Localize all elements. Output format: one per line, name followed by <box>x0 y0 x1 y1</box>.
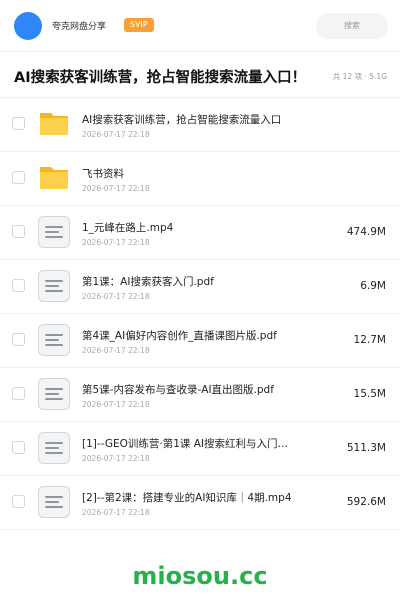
document-icon <box>37 323 71 357</box>
row-checkbox[interactable] <box>12 441 25 454</box>
file-size: 6.9M <box>360 280 386 292</box>
file-name[interactable]: 第1课：AI搜索获客入门.pdf <box>82 274 214 289</box>
file-name[interactable]: 飞书资料 <box>82 166 124 181</box>
folder-icon <box>37 161 71 195</box>
file-date: 2026-07-17 22:18 <box>82 346 150 355</box>
file-row[interactable]: 第5课-内容发布与查收录-AI直出图版.pdf 2026-07-17 22:18 1… <box>0 368 400 422</box>
file-date: 2026-07-17 22:18 <box>82 508 150 517</box>
user-name[interactable]: 夸克网盘分享 <box>52 19 106 32</box>
row-checkbox[interactable] <box>12 117 25 130</box>
svip-badge: SVIP <box>124 18 154 32</box>
document-icon <box>37 215 71 249</box>
row-checkbox[interactable] <box>12 225 25 238</box>
file-row[interactable]: AI搜索获客训练营，抢占智能搜索流量入口 2026-07-17 22:18 <box>0 98 400 152</box>
row-checkbox[interactable] <box>12 495 25 508</box>
file-date: 2026-07-17 22:18 <box>82 400 150 409</box>
file-row[interactable]: 飞书资料 2026-07-17 22:18 <box>0 152 400 206</box>
file-size: 15.5M <box>353 388 386 400</box>
watermark: miosou.cc <box>132 562 268 590</box>
file-name[interactable]: 第4课_AI偏好内容创作_直播课图片版.pdf <box>82 328 277 343</box>
file-name[interactable]: [1]--GEO训练营·第1课 AI搜索红利与入门… <box>82 436 288 451</box>
file-row[interactable]: 第1课：AI搜索获客入门.pdf 2026-07-17 22:18 6.9M <box>0 260 400 314</box>
file-date: 2026-07-17 22:18 <box>82 454 150 463</box>
file-list: AI搜索获客训练营，抢占智能搜索流量入口 2026-07-17 22:18 飞书资料… <box>0 98 400 530</box>
file-date: 2026-07-17 22:18 <box>82 184 150 193</box>
folder-meta: 共 12 项 · 5.1G <box>332 72 387 81</box>
search-input[interactable]: 搜索 <box>316 13 388 39</box>
file-size: 592.6M <box>346 496 386 508</box>
file-size: 511.3M <box>346 442 386 454</box>
file-size: 12.7M <box>353 334 386 346</box>
folder-icon <box>37 107 71 141</box>
document-icon <box>37 377 71 411</box>
file-row[interactable]: [1]--GEO训练营·第1课 AI搜索红利与入门… 2026-07-17 22:… <box>0 422 400 476</box>
avatar[interactable] <box>14 12 42 40</box>
top-bar: 夸克网盘分享 SVIP 搜索 <box>0 0 400 52</box>
file-date: 2026-07-17 22:18 <box>82 292 150 301</box>
file-date: 2026-07-17 22:18 <box>82 130 150 139</box>
row-checkbox[interactable] <box>12 333 25 346</box>
document-icon <box>37 431 71 465</box>
file-name[interactable]: 第5课-内容发布与查收录-AI直出图版.pdf <box>82 382 274 397</box>
row-checkbox[interactable] <box>12 279 25 292</box>
document-icon <box>37 485 71 519</box>
file-row[interactable]: 1_元峰在路上.mp4 2026-07-17 22:18 474.9M <box>0 206 400 260</box>
file-row[interactable]: [2]--第2课：搭建专业的AI知识库｜4期.mp4 2026-07-17 22:… <box>0 476 400 530</box>
file-date: 2026-07-17 22:18 <box>82 238 150 247</box>
folder-header: AI搜索获客训练营，抢占智能搜索流量入口！ 共 12 项 · 5.1G <box>0 52 400 98</box>
file-name[interactable]: [2]--第2课：搭建专业的AI知识库｜4期.mp4 <box>82 490 292 505</box>
row-checkbox[interactable] <box>12 387 25 400</box>
file-name[interactable]: 1_元峰在路上.mp4 <box>82 220 173 235</box>
file-name[interactable]: AI搜索获客训练营，抢占智能搜索流量入口 <box>82 112 281 127</box>
page-title: AI搜索获客训练营，抢占智能搜索流量入口！ <box>14 70 307 86</box>
file-size: 474.9M <box>346 226 386 238</box>
row-checkbox[interactable] <box>12 171 25 184</box>
document-icon <box>37 269 71 303</box>
file-row[interactable]: 第4课_AI偏好内容创作_直播课图片版.pdf 2026-07-17 22:18 1… <box>0 314 400 368</box>
